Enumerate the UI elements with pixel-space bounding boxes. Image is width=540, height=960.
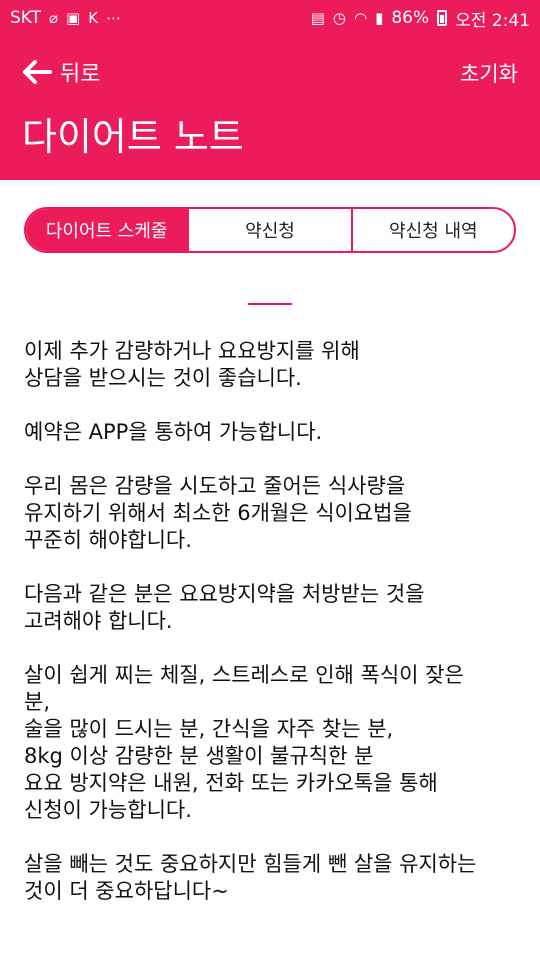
text-line: 살이 쉽게 찌는 체질, 스트레스로 인해 폭식이 잦은 [24,663,464,687]
text-line: 요요 방지약은 내원, 전화 또는 카카오톡을 통해 [24,771,438,795]
wifi-icon: ◠ [353,8,368,27]
alarm-icon: ◷ [332,8,346,27]
text-line: 분, [24,690,50,714]
text-line: 예약은 APP을 통하여 가능합니다. [24,420,323,444]
status-bar-left: SKT ⌀ ▣ K ⋯ [10,8,121,28]
note-content: 이제 추가 감량하거나 요요방지를 위해 상담을 받으시는 것이 좋습니다. 예… [24,338,524,932]
image-icon: ▣ [66,8,81,27]
text-line: 꾸준히 해야합니다. [24,528,192,552]
text-line: 우리 몸은 감량을 시도하고 줄어든 식사량을 [24,474,406,498]
text-line: 다음과 같은 분은 요요방지약을 처방받는 것을 [24,582,425,606]
text-line: 상담을 받으시는 것이 좋습니다. [24,366,302,390]
section-divider [248,303,292,305]
text-line: 8kg 이상 감량한 분 생활이 불규칙한 분 [24,744,374,768]
text-line: 신청이 가능합니다. [24,798,192,822]
tab-diet-schedule[interactable]: 다이어트 스케줄 [26,209,188,251]
text-line: 이제 추가 감량하거나 요요방지를 위해 [24,339,360,363]
tab-request-history[interactable]: 약신청 내역 [350,209,514,251]
text-line: 것이 더 중요하답니다~ [24,879,229,903]
app-header: 뒤로 초기화 다이어트 노트 [0,36,540,180]
paragraph: 살을 빼는 것도 중요하지만 힘들게 뺀 살을 유지하는 것이 더 중요하답니다… [24,851,524,905]
page-title: 다이어트 노트 [22,115,244,159]
paragraph: 살이 쉽게 찌는 체질, 스트레스로 인해 폭식이 잦은 분, 술을 많이 드시… [24,662,524,824]
back-label: 뒤로 [60,62,101,87]
reset-button[interactable]: 초기화 [460,58,518,88]
lock-icon: ▤ [310,8,325,27]
back-button[interactable]: 뒤로 [22,56,100,88]
arrow-left-icon [23,60,52,84]
paragraph: 우리 몸은 감량을 시도하고 줄어든 식사량을 유지하기 위해서 최소한 6개월… [24,473,524,554]
tab-bar: 다이어트 스케줄 약신청 약신청 내역 [24,207,516,253]
more-notifications-icon: ⋯ [106,8,122,27]
battery-percent: 86% [391,8,430,28]
paragraph: 이제 추가 감량하거나 요요방지를 위해 상담을 받으시는 것이 좋습니다. [24,338,524,392]
paragraph: 다음과 같은 분은 요요방지약을 처방받는 것을 고려해야 합니다. [24,581,524,635]
text-line: 유지하기 위해서 최소한 6개월은 식이요법을 [24,501,412,525]
text-line: 살을 빼는 것도 중요하지만 힘들게 뺀 살을 유지하는 [24,852,477,876]
text-line: 고려해야 합니다. [24,609,173,633]
battery-icon [437,10,448,26]
signal-icon: ▮ [375,8,384,27]
status-bar-right: ▤ ◷ ◠ ▮ 86% 오전 2:41 [311,6,530,31]
link-icon: ⌀ [49,8,59,27]
status-bar: SKT ⌀ ▣ K ⋯ ▤ ◷ ◠ ▮ 86% 오전 2:41 [0,0,540,36]
tab-medicine-request[interactable]: 약신청 [187,209,350,251]
carrier-label: SKT [10,8,42,28]
text-line: 술을 많이 드시는 분, 간식을 자주 찾는 분, [24,717,394,741]
clock: 오전 2:41 [455,10,530,31]
paragraph: 예약은 APP을 통하여 가능합니다. [24,419,524,446]
app-notification-icon: K [88,8,99,27]
